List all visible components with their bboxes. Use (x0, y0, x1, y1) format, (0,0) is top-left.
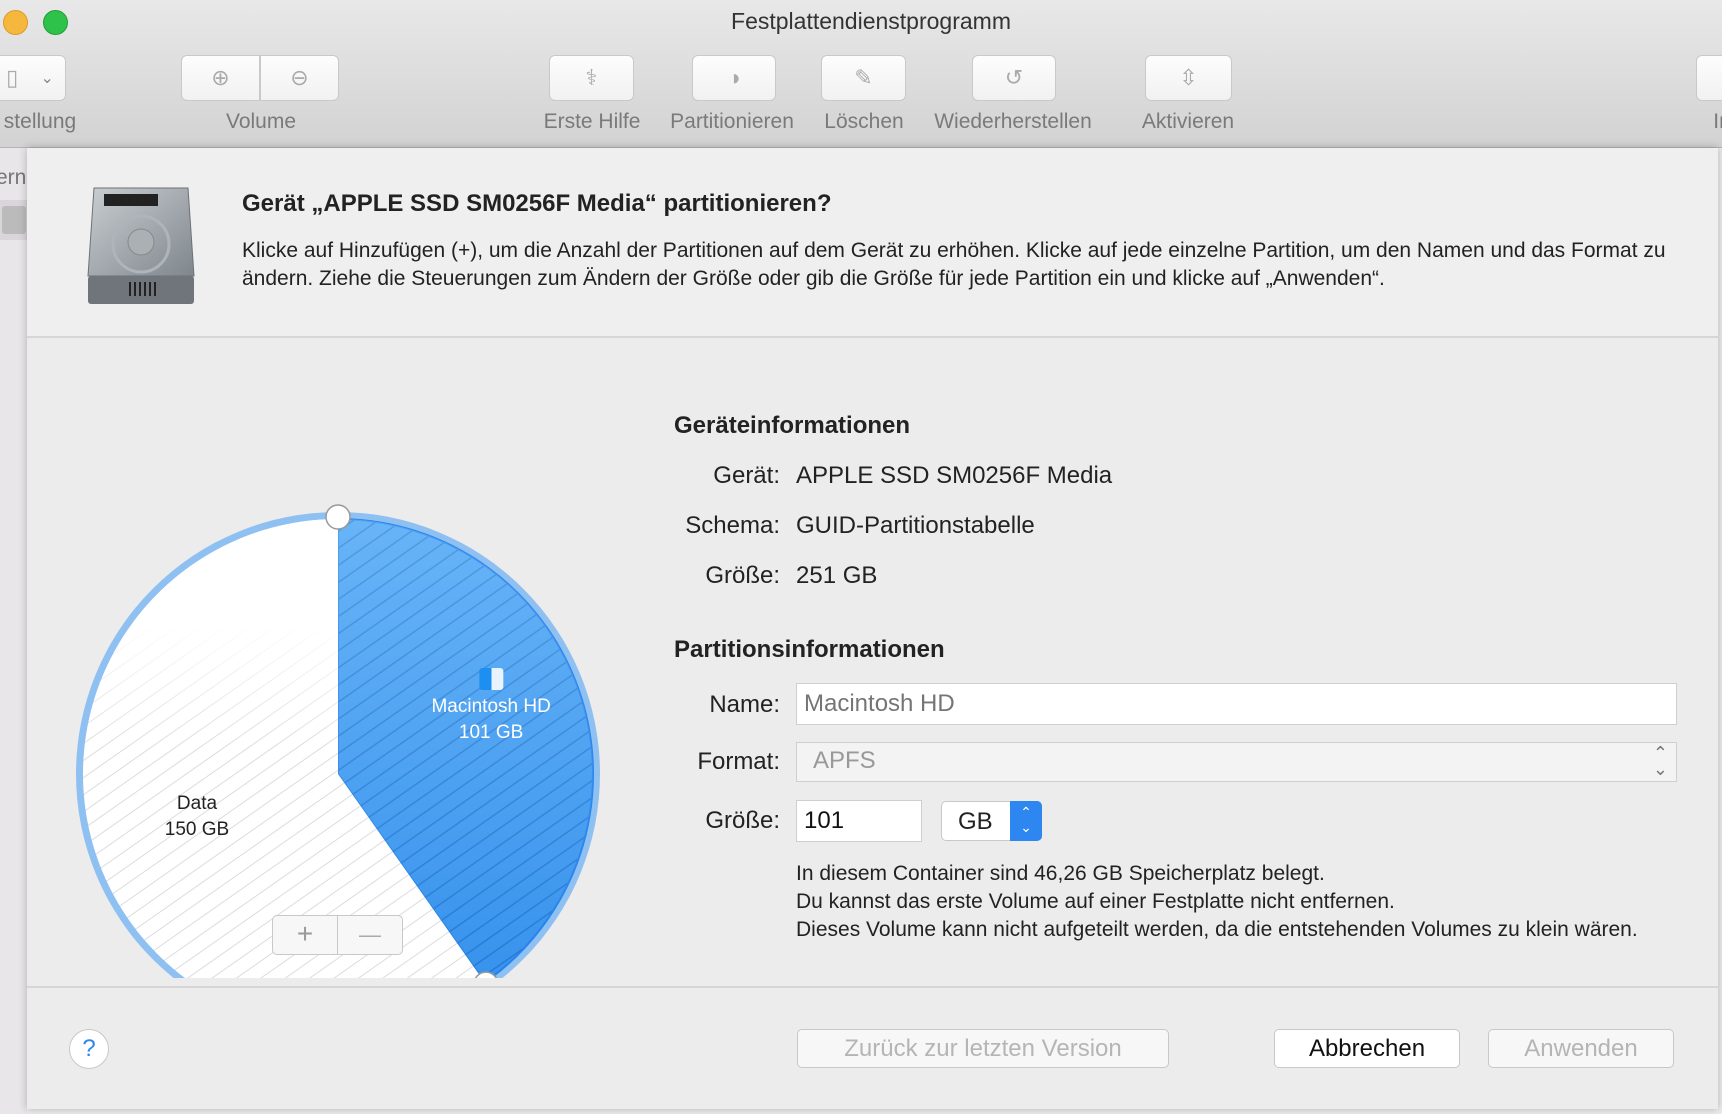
erase-icon: ✎ (854, 65, 873, 90)
erase-label: Löschen (824, 110, 904, 133)
partition-button[interactable]: ◑ (692, 55, 776, 101)
info-label: In (1713, 110, 1722, 133)
remove-volume-button[interactable]: ⊖ (260, 55, 339, 101)
view-button[interactable]: ▯ ⌄ (0, 55, 66, 101)
partition-size: 150 GB (164, 818, 230, 840)
unit-value: GB (958, 808, 993, 835)
device-value: APPLE SSD SM0256F Media (796, 462, 1113, 489)
partition-info-title: Partitionsinformationen (674, 636, 945, 663)
updown-chevron-icon: ⌃ ⌄ (1010, 801, 1042, 841)
name-label: Name: (709, 691, 780, 718)
device-info-title: Geräteinformationen (674, 412, 911, 439)
chevron-down-icon: ⌄ (40, 70, 54, 87)
remove-partition-button[interactable]: — (338, 916, 402, 954)
sidebar-icon: ▯ (6, 65, 19, 90)
dialog-description: Klicke auf Hinzufügen (+), um die Anzahl… (242, 239, 1666, 290)
sidebar: ern (0, 148, 27, 1114)
view-label: stellung (3, 110, 77, 133)
add-volume-button[interactable]: ⊕ (181, 55, 260, 101)
apply-button[interactable]: Anwenden (1488, 1029, 1674, 1068)
partition-pie-icon: ◑ (727, 65, 741, 90)
volume-label: Volume (225, 110, 297, 133)
name-input[interactable] (796, 683, 1677, 725)
format-value: APFS (813, 747, 876, 774)
scheme-label: Schema: (685, 512, 780, 539)
format-select[interactable]: APFS ⌃ ⌄ (796, 742, 1677, 782)
help-button[interactable]: ? (69, 1029, 109, 1069)
slice-label-data[interactable]: Data 150 GB (165, 791, 229, 843)
device-size-value: 251 GB (796, 562, 878, 589)
partition-label: Partitionieren (670, 110, 794, 133)
sidebar-section-label: ern (0, 166, 27, 189)
first-aid-label: Erste Hilfe (543, 110, 641, 133)
pie-resize-handle[interactable] (325, 504, 351, 530)
updown-chevron-icon: ⌃ ⌄ (1652, 743, 1668, 779)
note-cannot-split: Dieses Volume kann nicht aufgeteilt werd… (796, 918, 1638, 941)
erase-button[interactable]: ✎ (821, 55, 906, 101)
add-partition-button[interactable]: + (273, 916, 338, 954)
device-size-label: Größe: (705, 562, 780, 589)
restore-label: Wiederherstellen (934, 110, 1092, 133)
partition-name: Macintosh HD (431, 695, 551, 717)
disk-icon (2, 206, 26, 234)
format-label: Format: (697, 748, 780, 775)
slice-label-macintosh-hd[interactable]: Macintosh HD 101 GB (431, 667, 551, 746)
revert-button[interactable]: Zurück zur letzten Version (797, 1029, 1169, 1068)
mount-label: Aktivieren (1141, 110, 1235, 133)
unit-select[interactable]: GB ⌃ ⌄ (941, 801, 1042, 841)
note-first-volume: Du kannst das erste Volume auf einer Fes… (796, 890, 1395, 913)
device-label: Gerät: (713, 462, 780, 489)
info-button[interactable] (1696, 55, 1722, 101)
hard-disk-icon (87, 187, 195, 304)
footer-divider (27, 986, 1718, 988)
add-remove-control: + — (272, 915, 403, 955)
add-volume-icon: ⊕ (211, 65, 230, 90)
remove-volume-icon: ⊖ (290, 65, 309, 90)
cancel-button[interactable]: Abbrechen (1274, 1029, 1460, 1068)
notes: In diesem Container sind 46,26 GB Speich… (796, 860, 1656, 944)
first-aid-button[interactable]: ⚕ (549, 55, 634, 101)
dialog-heading: Gerät „APPLE SSD SM0256F Media“ partitio… (242, 190, 832, 217)
size-input[interactable] (796, 800, 922, 842)
sidebar-item-disk[interactable] (0, 200, 27, 240)
size-label: Größe: (705, 807, 780, 834)
partition-size: 101 GB (458, 721, 524, 743)
note-used-space: In diesem Container sind 46,26 GB Speich… (796, 862, 1325, 885)
window-toolbar: Festplattendienstprogramm ▯ ⌄ stellung ⊕ … (0, 0, 1722, 148)
mount-icon: ⇳ (1179, 65, 1198, 90)
partition-sheet: Gerät „APPLE SSD SM0256F Media“ partitio… (27, 148, 1718, 1109)
stethoscope-icon: ⚕ (585, 65, 598, 90)
window-title: Festplattendienstprogramm (731, 8, 1011, 34)
partition-name: Data (176, 792, 218, 814)
partition-pie-chart (76, 504, 600, 978)
restore-icon: ↺ (1004, 65, 1024, 90)
restore-button[interactable]: ↺ (972, 55, 1056, 101)
scheme-value: GUID-Partitionstabelle (796, 512, 1035, 539)
finder-icon (479, 667, 504, 690)
sheet-header: Gerät „APPLE SSD SM0256F Media“ partitio… (27, 148, 1718, 338)
mount-button[interactable]: ⇳ (1145, 55, 1232, 101)
